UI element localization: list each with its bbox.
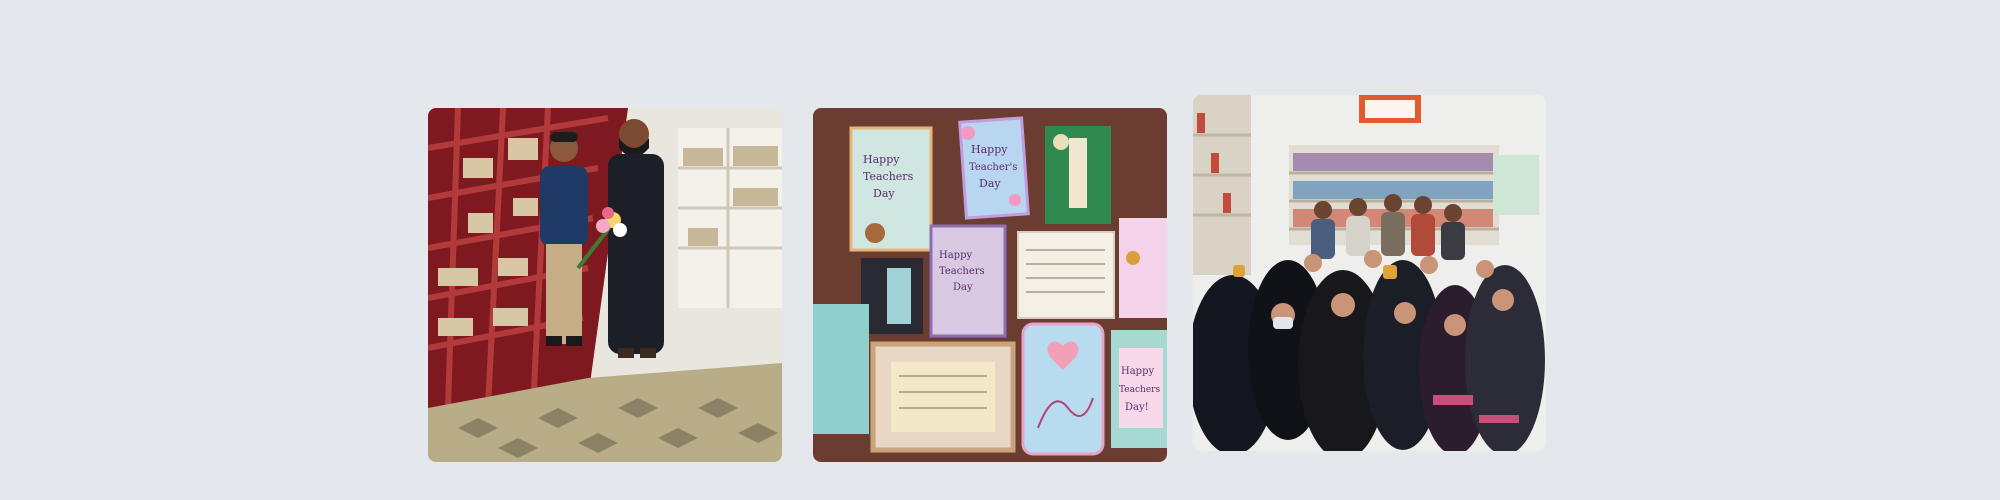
photo-classroom-group <box>1193 95 1546 451</box>
gallery-photo-1[interactable] <box>428 108 782 462</box>
card-text-1: Happy <box>863 153 900 166</box>
card-text-9: Day <box>953 282 973 293</box>
card-text-7: Happy <box>939 250 972 261</box>
image-gallery: Happy Teachers Day Happy Teacher's Day H… <box>0 0 2000 500</box>
card-text-10: Happy <box>1121 366 1154 377</box>
card-text-5: Teacher's <box>969 162 1017 173</box>
card-text-2: Teachers <box>863 170 914 183</box>
photo-teachers-day-cards: Happy Teachers Day Happy Teacher's Day H… <box>813 108 1167 462</box>
card-text-4: Happy <box>971 143 1008 156</box>
gallery-photo-3[interactable] <box>1193 95 1546 451</box>
gallery-photo-2[interactable]: Happy Teachers Day Happy Teacher's Day H… <box>813 108 1167 462</box>
card-text-12: Day! <box>1125 402 1149 413</box>
card-text-11: Teachers <box>1119 385 1160 395</box>
card-text-6: Day <box>979 177 1001 190</box>
photo-library-men-flowers <box>428 108 782 462</box>
card-text-8: Teachers <box>939 266 985 277</box>
card-text-3: Day <box>873 187 895 200</box>
